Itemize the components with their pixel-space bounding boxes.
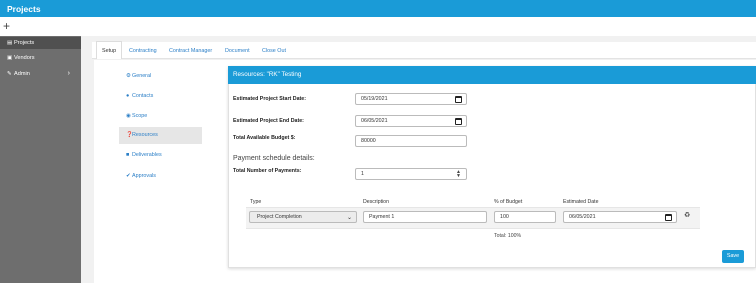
sidebar-item-label: Vendors bbox=[14, 55, 35, 61]
tab-contracting[interactable]: Contracting bbox=[129, 48, 157, 54]
spinner-icon[interactable]: ▲ ▼ bbox=[456, 170, 461, 179]
subnav-general[interactable]: ⚙General bbox=[119, 68, 202, 85]
tab-contract-manager[interactable]: Contract Manager bbox=[169, 48, 212, 54]
subnav-label: General bbox=[132, 73, 152, 79]
num-payments-value: 1 bbox=[361, 171, 364, 177]
total-percent: Total: 100% bbox=[494, 233, 522, 239]
percent-value: 100 bbox=[500, 214, 509, 220]
subnav-scope[interactable]: ◉Scope bbox=[119, 108, 202, 125]
column-header-date: Estimated Date bbox=[563, 199, 599, 205]
delete-row-icon[interactable]: ♻ bbox=[684, 211, 690, 219]
start-date-input[interactable]: 05/19/2021 bbox=[355, 93, 467, 105]
subnav-label: Resources bbox=[132, 132, 158, 138]
start-date-label: Estimated Project Start Date: bbox=[233, 96, 307, 102]
card-header: Resources: "RK" Testing bbox=[228, 66, 756, 84]
subnav-label: Deliverables bbox=[132, 152, 162, 158]
budget-input[interactable]: 80000 bbox=[355, 135, 467, 147]
tab-document[interactable]: Document bbox=[225, 48, 250, 54]
calendar-icon[interactable] bbox=[455, 96, 462, 103]
percent-input[interactable]: 100 bbox=[494, 211, 556, 223]
column-header-description: Description bbox=[363, 199, 389, 205]
sidebar-item-label: Projects bbox=[14, 40, 35, 46]
estimated-date-value: 06/05/2021 bbox=[569, 214, 596, 220]
budget-label: Total Available Budget $: bbox=[233, 135, 296, 141]
subnav-deliverables[interactable]: ■ Deliverables bbox=[119, 147, 202, 164]
calendar-icon[interactable] bbox=[665, 214, 672, 221]
payment-type-select[interactable]: Project Completion ⌄ bbox=[249, 211, 357, 223]
add-button[interactable]: + bbox=[3, 20, 10, 32]
end-date-value: 06/05/2021 bbox=[361, 118, 388, 124]
file-icon: ▤ bbox=[7, 40, 13, 46]
chevron-down-icon: ⌄ bbox=[346, 215, 352, 221]
subnav-label: Scope bbox=[132, 113, 148, 119]
toolbar: + bbox=[0, 17, 756, 36]
sidebar-item-vendors[interactable]: ▣ Vendors bbox=[0, 52, 81, 64]
column-header-percent: % of Budget bbox=[494, 199, 523, 205]
end-date-input[interactable]: 06/05/2021 bbox=[355, 115, 467, 127]
subnav-resources[interactable]: ❓Resources bbox=[119, 127, 202, 144]
end-date-label: Estimated Project End Date: bbox=[233, 118, 304, 124]
tab-close-out[interactable]: Close Out bbox=[262, 48, 286, 54]
sidebar-item-projects[interactable]: ▤ Projects bbox=[0, 37, 81, 49]
description-input[interactable]: Payment 1 bbox=[363, 211, 487, 223]
start-date-value: 05/19/2021 bbox=[361, 96, 388, 102]
app-header: Projects bbox=[0, 0, 756, 17]
app-title: Projects bbox=[7, 4, 41, 14]
subnav-label: Approvals bbox=[132, 173, 156, 179]
subnav-contacts[interactable]: ● Contacts bbox=[119, 88, 202, 105]
sidebar-item-admin[interactable]: ✎ Admin › bbox=[0, 68, 81, 80]
num-payments-stepper[interactable]: 1 ▲ ▼ bbox=[355, 168, 467, 180]
budget-value: 80000 bbox=[361, 138, 376, 144]
estimated-date-input[interactable]: 06/05/2021 bbox=[563, 211, 677, 223]
payment-type-value: Project Completion bbox=[257, 214, 302, 220]
wrench-icon: ✎ bbox=[7, 71, 12, 77]
subnav-approvals[interactable]: ✔Approvals bbox=[119, 168, 202, 185]
payment-section-title: Payment schedule details: bbox=[233, 155, 315, 162]
calendar-icon[interactable] bbox=[455, 118, 462, 125]
subnav-label: Contacts bbox=[132, 93, 154, 99]
chevron-right-icon: › bbox=[67, 70, 70, 77]
vendor-icon: ▣ bbox=[7, 55, 13, 61]
resources-card bbox=[228, 66, 756, 268]
tab-setup[interactable]: Setup bbox=[102, 48, 116, 54]
description-value: Payment 1 bbox=[369, 214, 395, 220]
save-button[interactable]: Save bbox=[722, 250, 744, 263]
column-header-type: Type bbox=[250, 199, 262, 205]
sidebar-item-label: Admin bbox=[14, 71, 30, 77]
num-payments-label: Total Number of Payments: bbox=[233, 168, 302, 174]
